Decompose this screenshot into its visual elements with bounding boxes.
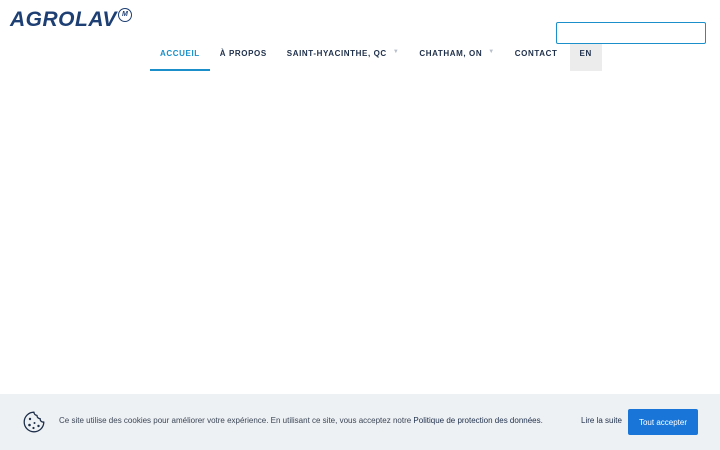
search-input[interactable] <box>556 22 706 44</box>
main-nav: ACCUEIL À PROPOS SAINT-HYACINTHE, QC ▼ C… <box>150 35 602 71</box>
logo-text: AGROLAV <box>10 7 117 31</box>
cookie-message-suffix: . <box>540 416 543 425</box>
nav-item-label: CHATHAM, ON <box>419 48 483 58</box>
logo-mark: M <box>117 8 132 22</box>
cookie-message: Ce site utilise des cookies pour amélior… <box>59 416 543 425</box>
nav-item-a-propos[interactable]: À PROPOS <box>210 35 277 71</box>
accept-all-button[interactable]: Tout accepter <box>628 409 698 435</box>
logo[interactable]: AGROLAV M <box>10 6 132 32</box>
nav-item-accueil[interactable]: ACCUEIL <box>150 35 210 71</box>
privacy-policy-link[interactable]: Politique de protection des données <box>413 416 540 425</box>
nav-item-label: EN <box>579 48 592 58</box>
chevron-down-icon: ▼ <box>488 49 495 55</box>
nav-item-label: CONTACT <box>514 48 558 58</box>
nav-item-saint-hyacinthe[interactable]: SAINT-HYACINTHE, QC ▼ <box>277 35 410 71</box>
page: AGROLAV M ACCUEIL À PROPOS SAINT-HYACINT… <box>0 0 720 450</box>
nav-item-chatham[interactable]: CHATHAM, ON ▼ <box>409 35 504 71</box>
cookie-icon <box>23 411 45 433</box>
nav-item-label: À PROPOS <box>219 48 267 58</box>
chevron-down-icon: ▼ <box>392 49 400 55</box>
nav-item-label: ACCUEIL <box>160 48 200 58</box>
nav-item-label: SAINT-HYACINTHE, QC <box>286 48 387 58</box>
read-more-link[interactable]: Lire la suite <box>581 416 622 425</box>
cookie-message-prefix: Ce site utilise des cookies pour amélior… <box>59 416 414 425</box>
cookie-consent-bar: Ce site utilise des cookies pour amélior… <box>0 394 720 450</box>
